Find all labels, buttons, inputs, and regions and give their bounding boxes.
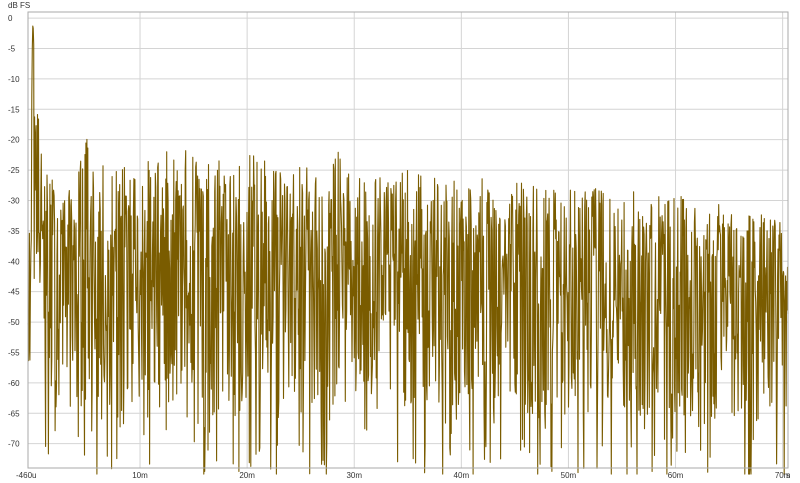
y-tick-label: 0	[8, 14, 13, 23]
y-tick-label: -55	[8, 348, 20, 357]
y-tick-label: -25	[8, 166, 20, 175]
y-tick-label: -40	[8, 257, 20, 266]
y-tick-label: -70	[8, 440, 20, 449]
x-tick-label: 40m	[454, 471, 470, 480]
y-tick-label: -50	[8, 318, 20, 327]
x-tick-label: 60m	[668, 471, 684, 480]
y-tick-label: -20	[8, 136, 20, 145]
x-tick-label: 20m	[239, 471, 255, 480]
y-axis-unit-label: dB FS	[8, 1, 30, 10]
x-tick-label: 30m	[346, 471, 362, 480]
x-tick-label: -460u	[16, 471, 36, 480]
y-tick-label: -65	[8, 409, 20, 418]
y-tick-label: -45	[8, 288, 20, 297]
y-tick-label: -10	[8, 75, 20, 84]
x-tick-label: 50m	[561, 471, 577, 480]
chart-area: 0 -5 -10 -15 -20 -25 -30 -35 -40 -45 -50 -55 -60 -65 -…	[8, 1, 791, 480]
x-axis-unit-label: s	[786, 471, 790, 480]
y-tick-label: -5	[8, 44, 16, 53]
x-tick-label: 10m	[132, 471, 148, 480]
y-tick-label: -60	[8, 379, 20, 388]
y-tick-label: -15	[8, 105, 20, 114]
y-tick-label: -35	[8, 227, 20, 236]
y-tick-label: -30	[8, 196, 20, 205]
